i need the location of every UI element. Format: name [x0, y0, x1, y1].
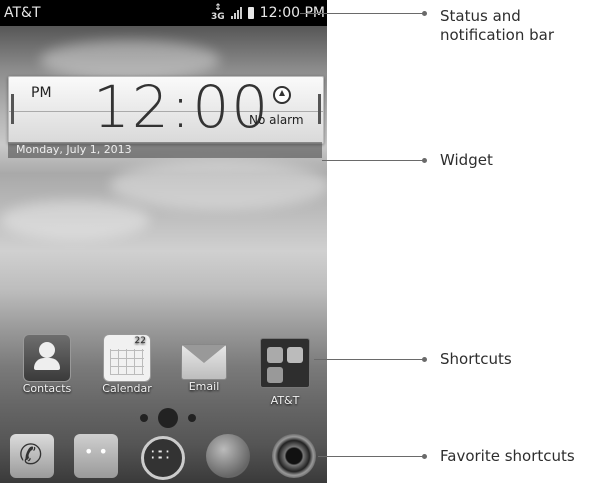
shortcut-email[interactable]: Email [176, 334, 232, 393]
resize-handle-left [11, 94, 14, 124]
calendar-icon [103, 334, 151, 382]
camera-icon[interactable] [272, 434, 316, 478]
cloud [110, 160, 327, 210]
callout-dot [422, 454, 427, 459]
signal-icon [230, 7, 242, 19]
carrier-name: AT&T [4, 5, 41, 21]
browser-icon[interactable] [206, 434, 250, 478]
contacts-icon [23, 334, 71, 382]
messaging-icon[interactable] [74, 434, 118, 478]
callout-favorite-shortcuts: Favorite shortcuts [440, 447, 575, 465]
att-folder-icon [260, 338, 310, 388]
page-dot [140, 414, 148, 422]
callout-status-bar: Status and notification bar [440, 7, 555, 44]
status-bar[interactable]: AT&T ↕ 3G 12:00 PM [0, 0, 327, 26]
callout-widget: Widget [440, 151, 493, 169]
alarm-status: No alarm [249, 113, 304, 127]
widget-date: Monday, July 1, 2013 [16, 143, 132, 156]
callout-line-favorites [318, 456, 424, 457]
shortcut-contacts[interactable]: Contacts [18, 334, 76, 395]
battery-icon [247, 7, 254, 19]
page-dot-current [158, 408, 178, 428]
clock-time: 12:00 [93, 73, 271, 141]
callout-line-shortcuts [314, 359, 424, 360]
ampm-label: PM [31, 85, 52, 101]
apps-icon[interactable] [141, 436, 185, 480]
cloud [0, 200, 150, 240]
alarm-icon [273, 86, 291, 104]
home-screen: AT&T ↕ 3G 12:00 PM PM 12:00 No alarm Mond… [0, 0, 327, 483]
callout-shortcuts: Shortcuts [440, 350, 512, 368]
shortcut-label: Email [188, 380, 220, 393]
callout-dot [422, 11, 427, 16]
email-icon [181, 344, 227, 380]
network-3g-icon: ↕ 3G [211, 3, 225, 22]
page-dot [188, 414, 196, 422]
clock-widget[interactable]: PM 12:00 No alarm [8, 73, 324, 144]
callout-line-widget [322, 160, 424, 161]
callout-dot [422, 357, 427, 362]
phone-icon[interactable] [10, 434, 54, 478]
callout-dot [422, 158, 427, 163]
date-bar: Monday, July 1, 2013 [8, 142, 322, 158]
callout-line-status [300, 13, 424, 14]
shortcut-label: AT&T [270, 394, 300, 407]
page-indicator[interactable] [140, 408, 196, 428]
shortcut-calendar[interactable]: Calendar [98, 334, 156, 395]
resize-handle-right [318, 94, 321, 124]
shortcut-label: Contacts [22, 382, 72, 395]
shortcut-label: Calendar [102, 382, 152, 395]
shortcut-att-folder[interactable]: AT&T [256, 338, 314, 407]
